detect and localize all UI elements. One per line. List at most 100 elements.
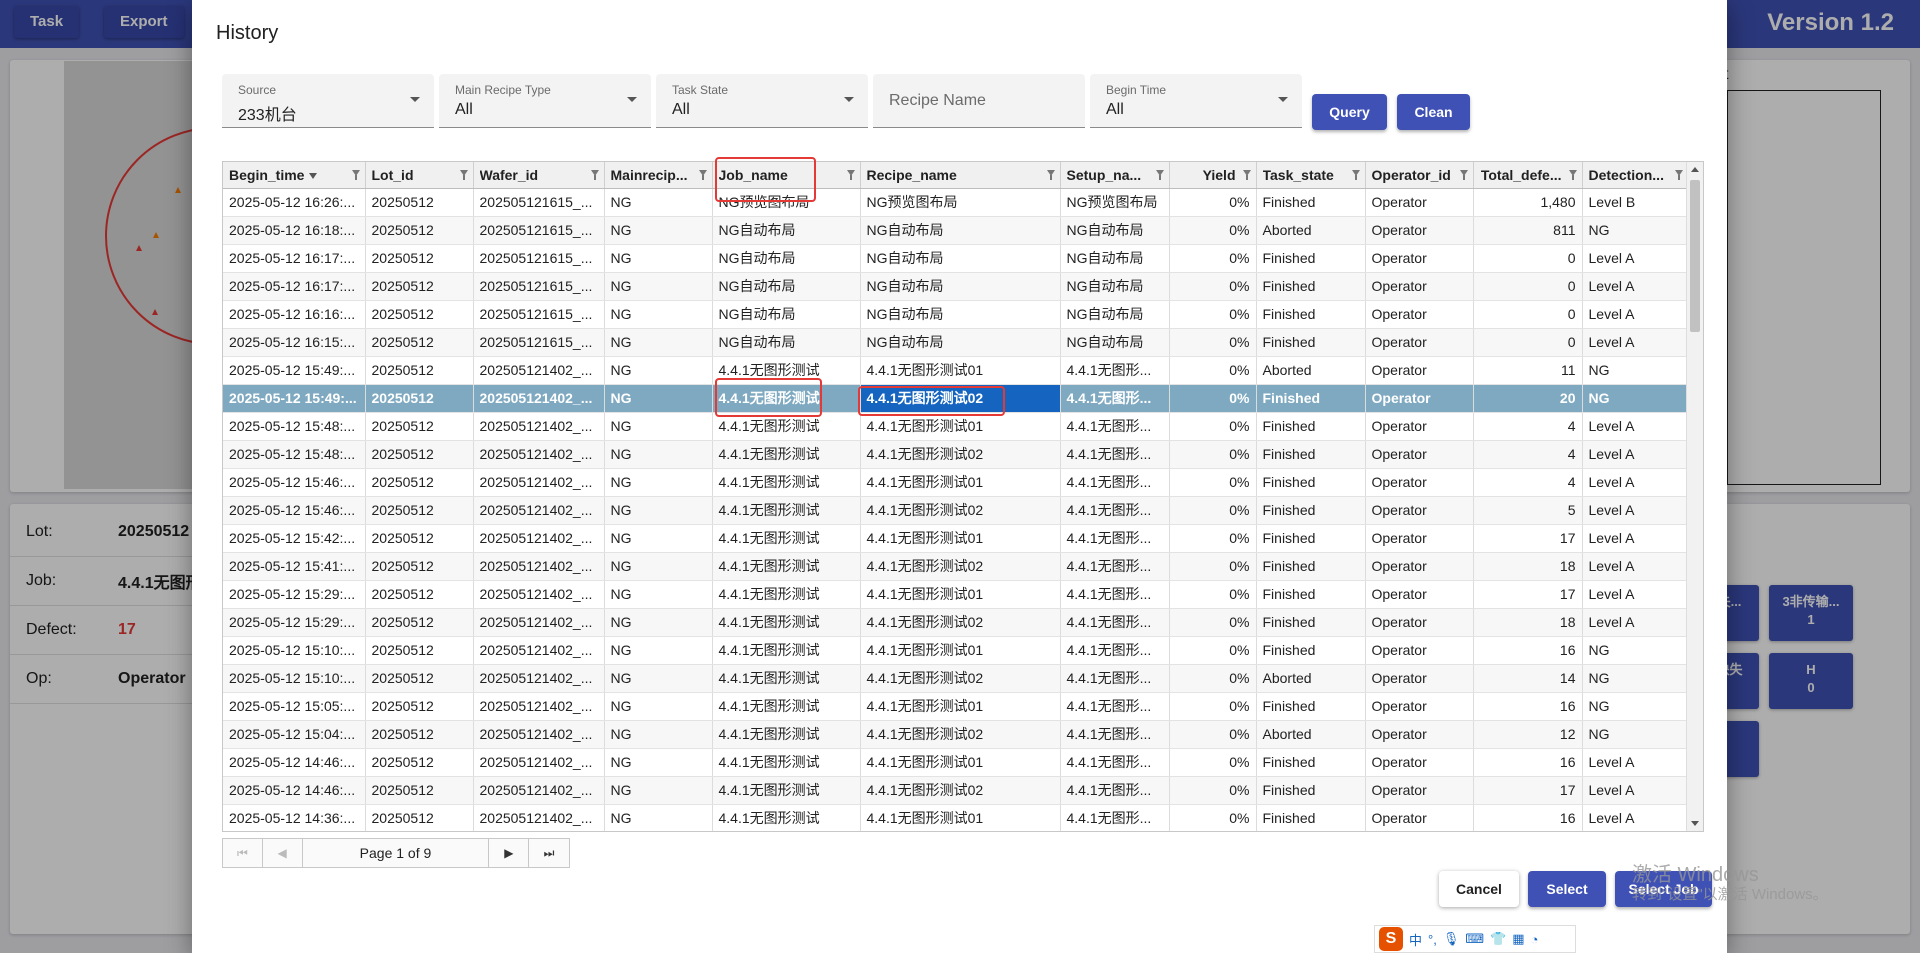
cell-job-name[interactable]: NG自动布局 [712,216,861,245]
cell-operator-id[interactable]: Operator [1365,776,1474,805]
cell-recipe-name[interactable]: 4.4.1无图形测试01 [860,524,1061,553]
cell-setup-name[interactable]: NG预览图布局 [1060,188,1170,217]
cell-job-name[interactable]: NG自动布局 [712,244,861,273]
cell-task-state[interactable]: Aborted [1256,356,1366,385]
cell-recipe-name[interactable]: 4.4.1无图形测试01 [860,412,1061,441]
cell-recipe-name[interactable]: NG自动布局 [860,328,1061,357]
cell-lot-id[interactable]: 20250512 [365,468,474,497]
cell-lot-id[interactable]: 20250512 [365,552,474,581]
table-row[interactable]: 2025-05-12 15:10:... 20250512 202505121402… [223,664,1689,693]
cell-job-name[interactable]: NG自动布局 [712,300,861,329]
scroll-up-icon[interactable] [1691,167,1699,172]
cell-task-state[interactable]: Aborted [1256,720,1366,749]
toolbox-icon[interactable]: ▦ [1512,931,1524,947]
cell-begin-time[interactable]: 2025-05-12 16:17:... [223,244,366,273]
cell-lot-id[interactable]: 20250512 [365,636,474,665]
cell-operator-id[interactable]: Operator [1365,748,1474,777]
source-select[interactable]: Source 233机台 [222,74,434,128]
table-row[interactable]: 2025-05-12 15:10:... 20250512 202505121402… [223,636,1689,665]
table-row[interactable]: 2025-05-12 15:46:... 20250512 202505121402… [223,496,1689,525]
cell-main-recipe[interactable]: NG [604,440,713,469]
cell-setup-name[interactable]: 4.4.1无图形... [1060,748,1170,777]
cell-job-name[interactable]: NG预览图布局 [712,188,861,217]
table-row[interactable]: 2025-05-12 15:05:... 20250512 202505121402… [223,692,1689,721]
cell-detection[interactable]: Level A [1582,496,1689,525]
cell-wafer-id[interactable]: 202505121615_... [473,188,605,217]
cell-lot-id[interactable]: 20250512 [365,664,474,693]
table-row[interactable]: 2025-05-12 16:18:... 20250512 202505121615… [223,216,1689,245]
cell-yield[interactable]: 0% [1169,328,1257,357]
cell-main-recipe[interactable]: NG [604,664,713,693]
cell-yield[interactable]: 0% [1169,552,1257,581]
cell-detection[interactable]: Level A [1582,272,1689,301]
cell-operator-id[interactable]: Operator [1365,580,1474,609]
cell-operator-id[interactable]: Operator [1365,524,1474,553]
cell-main-recipe[interactable]: NG [604,608,713,637]
cell-yield[interactable]: 0% [1169,804,1257,831]
vertical-scrollbar[interactable] [1686,162,1703,831]
cell-setup-name[interactable]: NG自动布局 [1060,216,1170,245]
cell-job-name[interactable]: 4.4.1无图形测试 [712,608,861,637]
cell-begin-time[interactable]: 2025-05-12 16:17:... [223,272,366,301]
ime-mode-toggle[interactable]: 中 [1409,930,1422,949]
cell-job-name[interactable]: 4.4.1无图形测试 [712,468,861,497]
ime-logo-icon[interactable]: S [1379,927,1403,951]
cell-lot-id[interactable]: 20250512 [365,216,474,245]
column-filter-icon[interactable] [459,170,468,180]
cell-recipe-name[interactable]: 4.4.1无图形测试02 [860,608,1061,637]
cell-main-recipe[interactable]: NG [604,804,713,831]
cell-detection[interactable]: Level A [1582,748,1689,777]
table-row[interactable]: 2025-05-12 16:15:... 20250512 202505121615… [223,328,1689,357]
punctuation-icon[interactable]: °, [1428,932,1437,947]
cell-total-defects[interactable]: 0 [1473,300,1583,329]
cell-detection[interactable]: Level A [1582,524,1689,553]
cell-setup-name[interactable]: 4.4.1无图形... [1060,412,1170,441]
cell-lot-id[interactable]: 20250512 [365,496,474,525]
cell-detection[interactable]: NG [1582,216,1689,245]
cell-begin-time[interactable]: 2025-05-12 14:46:... [223,776,366,805]
column-header-yield[interactable]: Yield [1169,162,1257,189]
cell-lot-id[interactable]: 20250512 [365,272,474,301]
cell-task-state[interactable]: Finished [1256,188,1366,217]
cell-begin-time[interactable]: 2025-05-12 15:29:... [223,608,366,637]
cell-recipe-name[interactable]: 4.4.1无图形测试01 [860,580,1061,609]
first-page-button[interactable]: ⏮ [223,839,263,867]
cell-operator-id[interactable]: Operator [1365,244,1474,273]
column-filter-icon[interactable] [1155,170,1164,180]
cell-yield[interactable]: 0% [1169,440,1257,469]
table-row[interactable]: 2025-05-12 15:29:... 20250512 202505121402… [223,608,1689,637]
cell-job-name[interactable]: 4.4.1无图形测试 [712,720,861,749]
cell-total-defects[interactable]: 14 [1473,664,1583,693]
cell-yield[interactable]: 0% [1169,608,1257,637]
cell-recipe-name[interactable]: 4.4.1无图形测试01 [860,804,1061,831]
cell-total-defects[interactable]: 17 [1473,776,1583,805]
cell-setup-name[interactable]: 4.4.1无图形... [1060,524,1170,553]
column-filter-icon[interactable] [1674,170,1683,180]
cell-operator-id[interactable]: Operator [1365,412,1474,441]
cell-main-recipe[interactable]: NG [604,244,713,273]
cell-recipe-name[interactable]: 4.4.1无图形测试02 [860,440,1061,469]
cell-task-state[interactable]: Aborted [1256,664,1366,693]
table-row[interactable]: 2025-05-12 15:49:... 20250512 202505121402… [223,356,1689,385]
cell-task-state[interactable]: Finished [1256,244,1366,273]
cell-yield[interactable]: 0% [1169,496,1257,525]
cell-begin-time[interactable]: 2025-05-12 15:49:... [223,384,366,413]
column-header-main-recipe[interactable]: Mainrecip... [604,162,713,189]
table-row[interactable]: 2025-05-12 16:17:... 20250512 202505121615… [223,244,1689,273]
cell-job-name[interactable]: 4.4.1无图形测试 [712,580,861,609]
cell-setup-name[interactable]: 4.4.1无图形... [1060,636,1170,665]
cell-detection[interactable]: Level B [1582,188,1689,217]
column-header-recipe-name[interactable]: Recipe_name [860,162,1061,189]
scroll-down-icon[interactable] [1691,821,1699,826]
cell-task-state[interactable]: Finished [1256,524,1366,553]
cell-task-state[interactable]: Finished [1256,748,1366,777]
cell-job-name[interactable]: 4.4.1无图形测试 [712,524,861,553]
cell-yield[interactable]: 0% [1169,664,1257,693]
table-row[interactable]: 2025-05-12 16:16:... 20250512 202505121615… [223,300,1689,329]
cell-setup-name[interactable]: NG自动布局 [1060,328,1170,357]
cell-yield[interactable]: 0% [1169,692,1257,721]
cell-setup-name[interactable]: 4.4.1无图形... [1060,608,1170,637]
cell-wafer-id[interactable]: 202505121402_... [473,412,605,441]
table-row[interactable]: 2025-05-12 15:04:... 20250512 202505121402… [223,720,1689,749]
keyboard-icon[interactable]: ⌨ [1465,931,1484,947]
